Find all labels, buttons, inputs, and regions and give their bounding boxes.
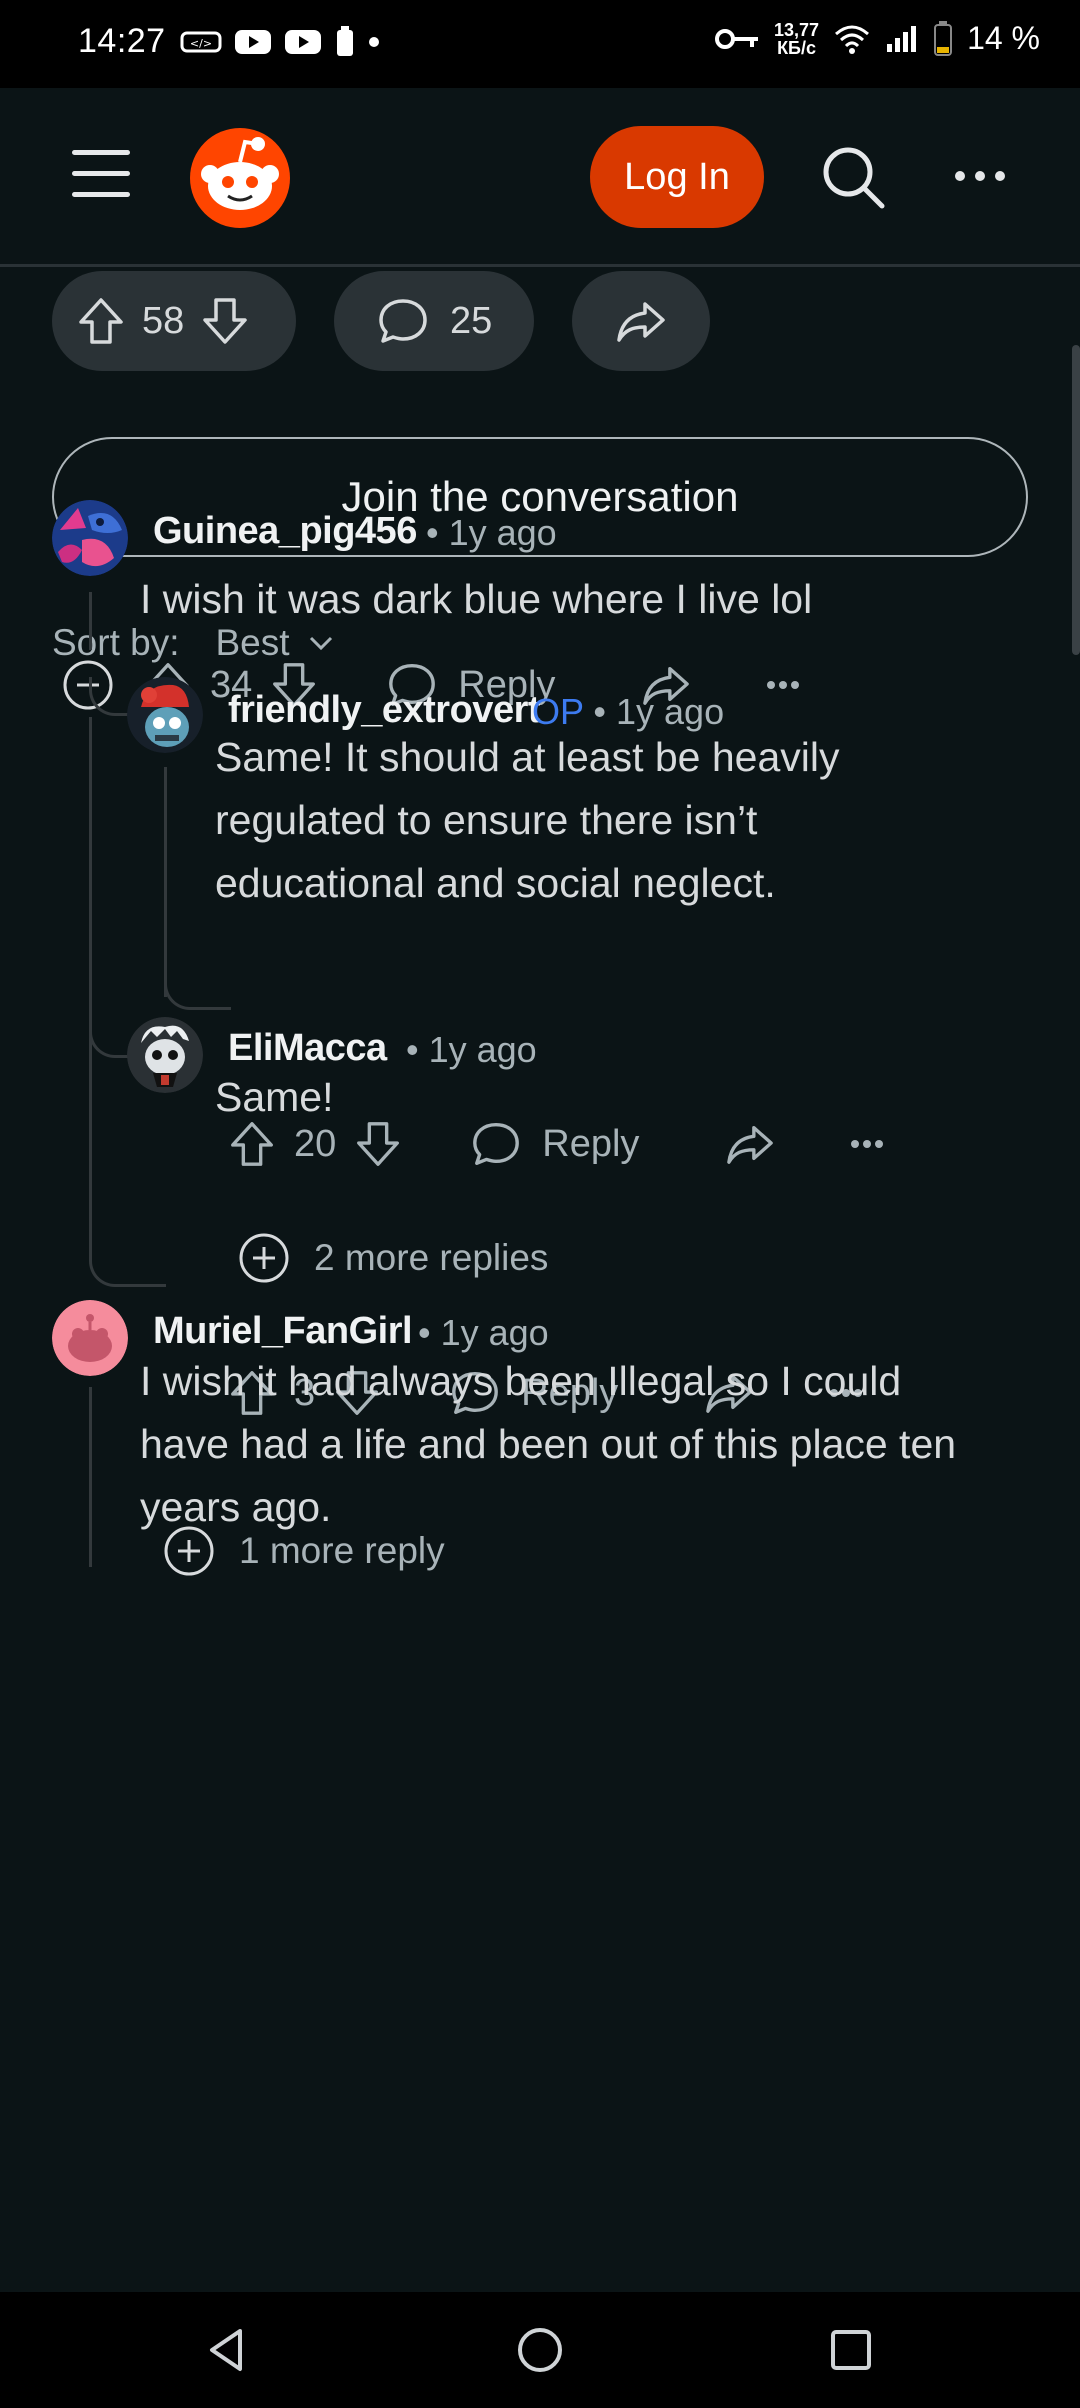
- comment-username[interactable]: EliMacca: [228, 1027, 387, 1070]
- avatar[interactable]: [52, 1300, 128, 1376]
- share-icon[interactable]: [723, 1120, 777, 1168]
- downvote-icon[interactable]: [198, 294, 252, 348]
- reddit-logo-icon[interactable]: [188, 126, 292, 230]
- comments-page[interactable]: 58 25 Join the conversation Sort by: Bes…: [0, 267, 1080, 2292]
- notification-icons: </>: [180, 26, 380, 58]
- back-icon[interactable]: [202, 2325, 252, 2375]
- comment-username[interactable]: Guinea_pig456: [153, 510, 417, 553]
- more-options-icon[interactable]: [950, 156, 1010, 196]
- youtube-icon: [235, 30, 271, 54]
- post-comment-count: 25: [450, 299, 493, 342]
- status-bar: 14:27 </> 13,77 КБ/с 14 %: [0, 0, 1080, 88]
- downvote-icon[interactable]: [352, 1118, 404, 1170]
- svg-text:</>: </>: [190, 37, 212, 50]
- home-icon[interactable]: [515, 2325, 565, 2375]
- thread-connector: [164, 967, 231, 1010]
- comment-timestamp: • 1y ago: [426, 512, 557, 553]
- comment-timestamp: • 1y ago: [406, 1029, 537, 1070]
- login-button[interactable]: Log In: [590, 126, 764, 228]
- menu-icon[interactable]: [72, 150, 130, 198]
- system-nav-bar: [0, 2292, 1080, 2408]
- thread-line: [89, 717, 92, 1257]
- search-icon[interactable]: [820, 144, 886, 210]
- avatar[interactable]: [127, 1017, 203, 1093]
- battery-percent: 14 %: [967, 20, 1040, 56]
- wifi-icon: [835, 25, 870, 54]
- comment-icon: [379, 299, 427, 343]
- battery-saver-icon: [337, 26, 353, 56]
- battery-icon: [934, 20, 953, 56]
- expand-icon: [239, 1233, 289, 1283]
- scrollbar[interactable]: [1072, 345, 1080, 655]
- reply-button[interactable]: Reply: [542, 1123, 639, 1166]
- dot-icon: [369, 37, 379, 47]
- share-icon: [617, 302, 665, 342]
- post-comments-button[interactable]: 25: [334, 271, 534, 371]
- thread-connector: [89, 1019, 130, 1058]
- post-vote-pill: 58: [52, 271, 296, 371]
- network-speed: 13,77 КБ/с: [774, 19, 820, 58]
- comment-text: I wish it had always been Illegal so I c…: [140, 1358, 957, 1530]
- comment-icon[interactable]: [470, 1118, 522, 1170]
- signal-icon: [887, 25, 917, 52]
- thread-connector: [89, 1247, 166, 1287]
- more-replies-button[interactable]: 2 more replies: [238, 1232, 548, 1284]
- comment-text: I wish it was dark blue where I live lol: [140, 576, 813, 622]
- app-header: Log In: [0, 88, 1080, 267]
- avatar[interactable]: [127, 677, 203, 753]
- vpn-notification-icon: </>: [180, 31, 222, 53]
- youtube-icon: [285, 30, 321, 54]
- more-options-icon[interactable]: [763, 675, 803, 695]
- thread-line: [89, 1387, 92, 1567]
- post-vote-count: 58: [142, 299, 185, 342]
- thread-line: [89, 592, 92, 650]
- upvote-icon[interactable]: [74, 294, 128, 348]
- comment-text: Same!: [215, 1074, 334, 1120]
- post-share-button[interactable]: [572, 271, 710, 371]
- comment-timestamp: • 1y ago: [418, 1312, 549, 1353]
- avatar[interactable]: [52, 500, 128, 576]
- comment-username[interactable]: Muriel_FanGirl: [153, 1310, 413, 1353]
- recents-icon[interactable]: [826, 2325, 876, 2375]
- thread-line: [164, 767, 167, 997]
- more-options-icon[interactable]: [847, 1134, 887, 1154]
- key-icon: [715, 28, 759, 49]
- comment-text: Same! It should at least be heavily regu…: [215, 734, 840, 906]
- status-time: 14:27: [78, 22, 166, 60]
